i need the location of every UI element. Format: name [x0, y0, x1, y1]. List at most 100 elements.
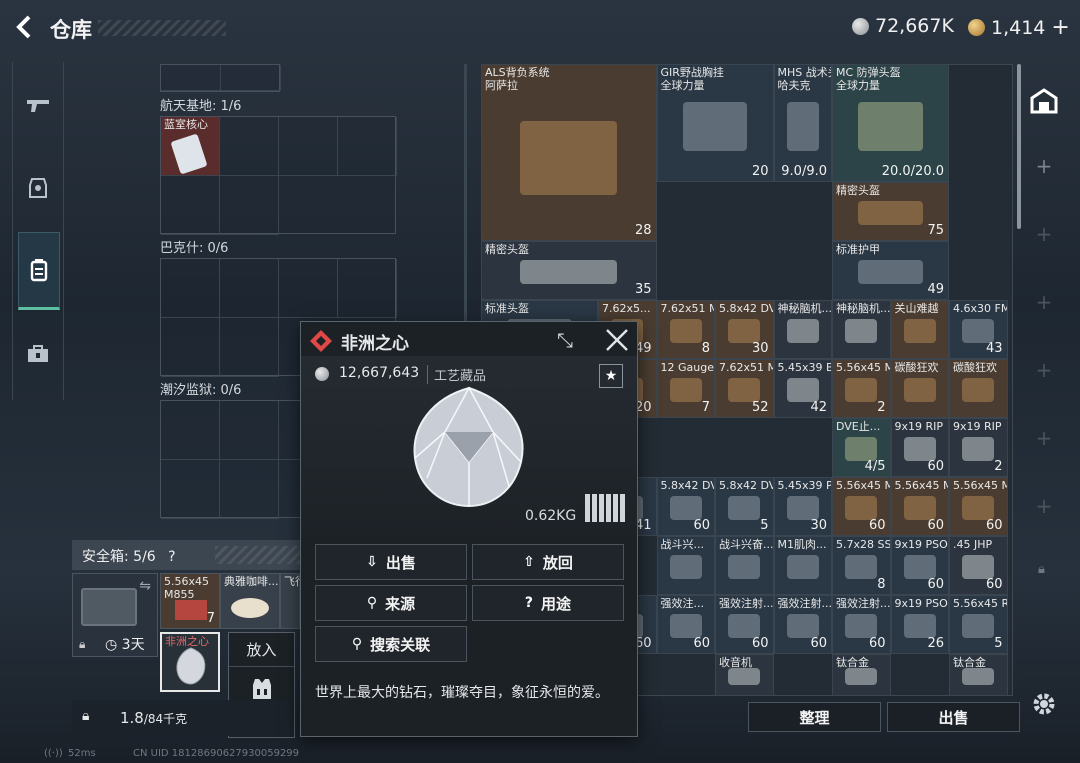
inventory-item[interactable]: 强效注射... 60 — [715, 595, 774, 654]
settings-gear-icon[interactable] — [1032, 692, 1056, 720]
price-coin-icon — [315, 367, 329, 381]
safe-slot-ammo[interactable]: 5.56x45 M855 7 — [160, 573, 220, 629]
inventory-item[interactable]: 12 Gauge A... 7 — [656, 359, 715, 418]
inventory-item[interactable]: 5.56x45 RRLP 5 — [949, 595, 1008, 654]
inventory-item[interactable]: M1肌肉... — [773, 536, 832, 595]
safe-slot-coffee[interactable]: 典雅咖啡... — [220, 573, 280, 629]
inventory-item[interactable]: 钛合金 — [949, 654, 1008, 696]
weapon-tab[interactable] — [18, 86, 58, 126]
item-faction: 全球力量 — [836, 79, 880, 92]
inventory-item[interactable]: 5.45x39 BT 42 — [773, 359, 832, 418]
inventory-item[interactable]: 神秘脑机... — [773, 300, 832, 359]
item-name: 5.7x28 SS190SR — [836, 538, 890, 551]
inventory-item[interactable]: 5.45x39 PP 30 — [773, 477, 832, 536]
inventory-item[interactable]: 钛合金 — [832, 654, 891, 696]
inventory-item[interactable]: ALS背负系统 阿萨拉 28 — [481, 64, 657, 241]
add-storage-button[interactable]: + — [1034, 224, 1054, 244]
inventory-item[interactable]: 碳酸狂欢 — [890, 359, 949, 418]
inventory-item[interactable]: MC 防弹头盔 全球力量 20.0/20.0 — [832, 64, 949, 182]
inventory-item[interactable]: 战斗兴奋... — [715, 536, 774, 595]
backpack-tab[interactable] — [18, 232, 60, 310]
add-storage-button[interactable]: + — [1034, 428, 1054, 448]
inventory-item[interactable]: 9x19 PSO 26 — [890, 595, 949, 654]
inventory-item[interactable]: GIR野战胸挂 全球力量 20 — [656, 64, 774, 182]
storage-grid-top[interactable] — [160, 64, 281, 92]
add-storage-button[interactable]: + — [1034, 496, 1054, 516]
item-image — [669, 319, 702, 344]
add-storage-button[interactable]: + — [1034, 292, 1054, 312]
inventory-item[interactable]: 收音机 — [715, 654, 774, 696]
add-currency-button[interactable]: + — [1051, 15, 1069, 40]
safe-slot-selected[interactable]: 非洲之心 — [160, 632, 220, 692]
lock-icon: 🔒︎ — [1038, 562, 1045, 577]
add-storage-button[interactable]: + — [1034, 360, 1054, 380]
usage-button[interactable]: ? 用途 — [472, 585, 624, 621]
sell-item-button[interactable]: ⇩ 出售 — [315, 544, 467, 580]
inventory-item[interactable]: 精密头盔 75 — [832, 182, 949, 241]
put-in-button[interactable]: 放入 — [229, 633, 294, 667]
return-button[interactable]: ⇧ 放回 — [472, 544, 624, 580]
inventory-item[interactable]: 4.6x30 FMJ 43 — [949, 300, 1008, 359]
item-image — [903, 614, 936, 639]
inventory-item[interactable]: 碳酸狂欢 — [949, 359, 1008, 418]
help-icon[interactable]: ? — [168, 549, 175, 565]
search-related-button[interactable]: ⚲ 搜索关联 — [315, 626, 467, 662]
inventory-item[interactable]: 关山难越 — [890, 300, 949, 359]
favorite-star-icon[interactable]: ★ — [599, 364, 623, 388]
inventory-item[interactable]: 5.8x42 DVC88 60 — [656, 477, 715, 536]
medkit-tab[interactable] — [18, 334, 58, 374]
swap-icon[interactable]: ⇋ — [139, 578, 151, 594]
inventory-item[interactable]: 强效注射... 60 — [773, 595, 832, 654]
item-name: 精密头盔 — [836, 184, 880, 197]
item-name: 9x19 PSO — [894, 538, 948, 551]
cart-icon: ⇩ — [366, 554, 378, 570]
close-icon[interactable] — [605, 329, 629, 351]
source-button[interactable]: ⚲ 来源 — [315, 585, 467, 621]
inventory-scrollbar[interactable] — [1017, 64, 1021, 229]
item-image — [962, 378, 995, 403]
storage-grid-space-base[interactable]: 蓝室核心 — [160, 116, 397, 235]
popup-title: 非洲之心 — [341, 334, 409, 354]
warehouse-icon[interactable] — [1030, 88, 1058, 114]
inventory-item[interactable]: 5.56x45 M855A1 2 — [832, 359, 891, 418]
back-arrow-icon[interactable] — [12, 14, 38, 40]
inventory-item[interactable]: 神秘脑机... — [832, 300, 891, 359]
inventory-item[interactable]: 9x19 RIP 2 — [949, 418, 1008, 477]
safe-slot-flight[interactable]: 飞行 — [280, 573, 306, 629]
inventory-item[interactable]: 强效注... 60 — [656, 595, 715, 654]
inventory-item[interactable]: 5.7x28 SS190SR 8 — [832, 536, 891, 595]
equipment-tab[interactable] — [18, 168, 58, 208]
inventory-item[interactable]: DVE止... 4/5 — [832, 418, 891, 477]
item-name: 标准头盔 — [485, 302, 529, 315]
inventory-item[interactable]: .45 JHP 60 — [949, 536, 1008, 595]
inventory-item[interactable]: 5.8x42 DVC... 30 — [715, 300, 774, 359]
weight-bar: 🔒︎ 1.8/84千克 — [72, 700, 292, 736]
inventory-item[interactable]: 7.62x51 M80 52 — [715, 359, 774, 418]
item-count: 60 — [927, 459, 944, 474]
silver-coin-icon — [852, 17, 869, 35]
inventory-item[interactable]: 9x19 PSO 60 — [890, 536, 949, 595]
diamond-image — [413, 386, 524, 508]
inventory-item[interactable]: 战斗兴... — [656, 536, 715, 595]
inventory-item[interactable]: 7.62x51 M6... 8 — [656, 300, 715, 359]
inventory-item[interactable]: 9x19 RIP 60 — [890, 418, 949, 477]
item-blue-core[interactable]: 蓝室核心 — [161, 117, 220, 176]
inventory-item[interactable]: 5.56x45 M855 60 — [832, 477, 891, 536]
diamond-icon — [176, 647, 206, 685]
inventory-item[interactable]: 精密头盔 35 — [481, 241, 657, 300]
collapse-icon[interactable]: ⤡ — [557, 328, 573, 352]
safe-box-slot[interactable]: ⇋ 🔒︎ ◷ 3天 — [72, 573, 158, 657]
inventory-item[interactable]: 标准护甲 49 — [832, 241, 949, 300]
inventory-item[interactable]: 5.8x42 DVC88 5 — [715, 477, 774, 536]
inventory-item[interactable]: 5.56x45 M855 60 — [890, 477, 949, 536]
sell-button[interactable]: 出售 — [887, 702, 1020, 732]
sort-button[interactable]: 整理 — [748, 702, 881, 732]
inventory-item[interactable]: 5.56x45 M855 60 — [949, 477, 1008, 536]
item-image — [786, 555, 819, 580]
add-storage-button[interactable]: + — [1034, 156, 1054, 176]
item-image — [962, 319, 995, 344]
item-name: 精密头盔 — [485, 243, 529, 256]
footer: ((·)) 52ms CN UID 18128690627930059299 — [44, 748, 300, 759]
inventory-item[interactable]: 强效注射... 60 — [832, 595, 891, 654]
inventory-item[interactable]: MHS 战术头盔哈夫克 9.0/9.0 — [773, 64, 832, 182]
